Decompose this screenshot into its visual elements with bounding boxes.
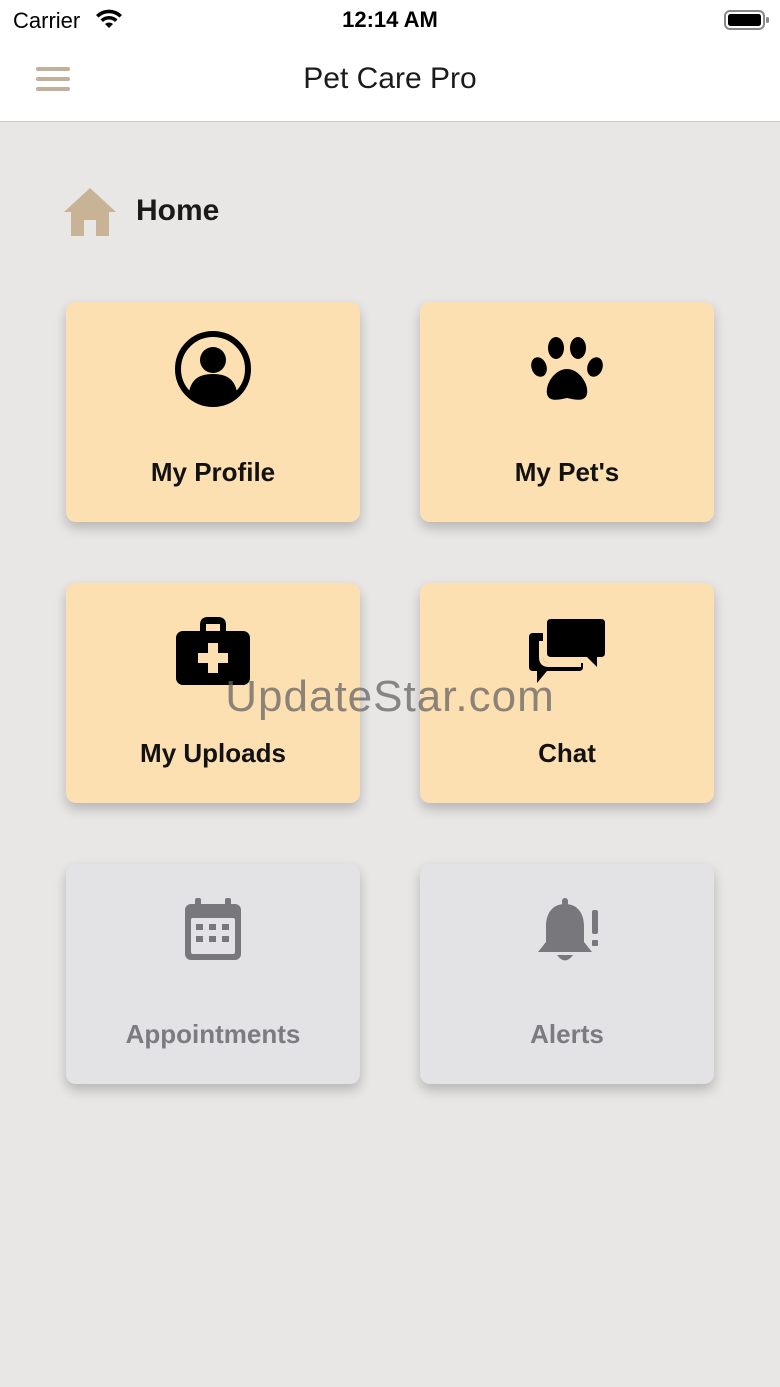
- profile-icon: [175, 331, 251, 407]
- chat-tile[interactable]: Chat: [420, 583, 714, 803]
- app-title: Pet Care Pro: [303, 62, 477, 95]
- my-pets-tile[interactable]: My Pet's: [420, 302, 714, 522]
- appointments-tile[interactable]: Appointments: [66, 864, 360, 1084]
- chat-icon: [529, 619, 605, 683]
- my-profile-tile[interactable]: My Profile: [66, 302, 360, 522]
- paw-icon: [531, 337, 603, 400]
- home-icon: [64, 188, 116, 236]
- section-title: Home: [136, 194, 220, 227]
- home-screen: Carrier 12:14 AM Pet Care Pro Home My Pr…: [0, 0, 780, 1387]
- tile-label: My Profile: [150, 457, 276, 487]
- tile-label: Appointments: [125, 1019, 301, 1049]
- tile-label: Alerts: [530, 1019, 604, 1049]
- battery-icon: [724, 10, 769, 30]
- my-uploads-tile[interactable]: My Uploads: [66, 583, 360, 803]
- bell-alert-icon: [538, 898, 598, 961]
- alerts-tile[interactable]: Alerts: [420, 864, 714, 1084]
- navigation-bar: Pet Care Pro: [0, 40, 780, 122]
- status-bar: Carrier 12:14 AM: [0, 0, 780, 40]
- tile-label: My Pet's: [514, 457, 620, 487]
- tile-label: My Uploads: [140, 738, 286, 768]
- clock: 12:14 AM: [342, 7, 438, 32]
- calendar-icon: [185, 898, 241, 960]
- tile-label: Chat: [538, 738, 596, 768]
- medical-kit-icon: [176, 617, 250, 685]
